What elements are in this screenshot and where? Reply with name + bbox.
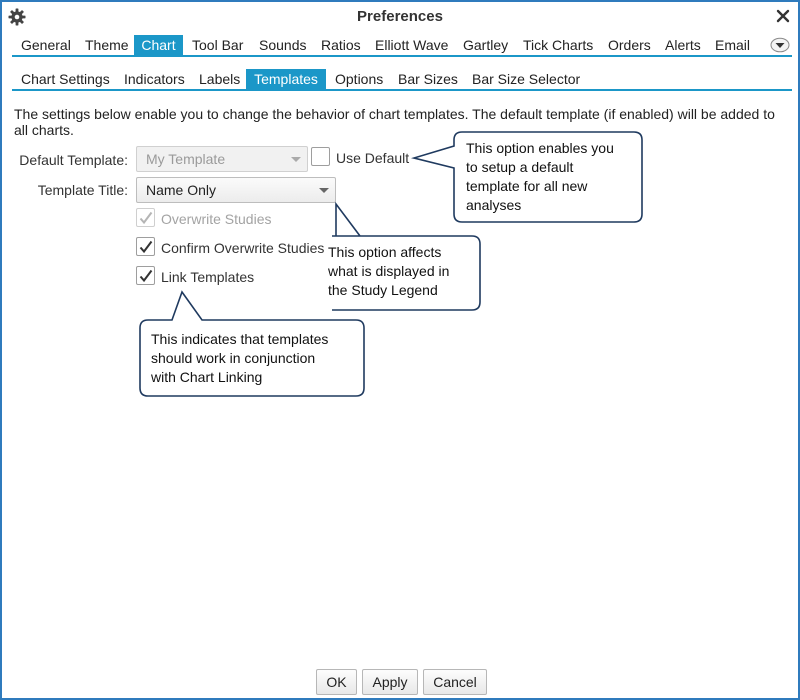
tab-alerts[interactable]: Alerts bbox=[659, 35, 707, 56]
link-templates-callout: This indicates that templates should wor… bbox=[138, 290, 370, 400]
tab-gartley[interactable]: Gartley bbox=[457, 35, 514, 56]
tab-bar-sizes[interactable]: Bar Sizes bbox=[392, 69, 464, 90]
chevron-down-icon[interactable] bbox=[770, 37, 790, 53]
confirm-overwrite-studies-label: Confirm Overwrite Studies bbox=[161, 240, 325, 256]
dropdown-arrow-icon bbox=[319, 188, 329, 193]
tab-indicators[interactable]: Indicators bbox=[118, 69, 191, 90]
description-line-1: The settings below enable you to change … bbox=[14, 106, 775, 122]
tab-chart[interactable]: Chart bbox=[134, 35, 183, 56]
callout-line: to setup a default bbox=[466, 159, 574, 175]
close-icon[interactable] bbox=[774, 7, 792, 25]
default-template-label: Default Template: bbox=[19, 152, 128, 168]
callout-line: what is displayed in bbox=[328, 263, 450, 279]
preferences-window: Preferences General Theme Chart Tool Bar… bbox=[0, 0, 800, 700]
tab-elliott-wave[interactable]: Elliott Wave bbox=[369, 35, 454, 56]
tab-orders[interactable]: Orders bbox=[602, 35, 657, 56]
template-title-value: Name Only bbox=[146, 182, 217, 198]
tab-chart-settings[interactable]: Chart Settings bbox=[15, 69, 116, 90]
title-bar: Preferences bbox=[2, 2, 798, 32]
callout-line: should work in conjunction bbox=[151, 350, 316, 366]
description-line-2: all charts. bbox=[14, 122, 74, 138]
overwrite-studies-label: Overwrite Studies bbox=[161, 211, 272, 227]
apply-button[interactable]: Apply bbox=[362, 669, 418, 695]
check-icon bbox=[139, 269, 153, 283]
callout-line: This indicates that templates bbox=[151, 331, 329, 347]
confirm-overwrite-studies-checkbox[interactable] bbox=[136, 237, 155, 256]
tab-tool-bar[interactable]: Tool Bar bbox=[186, 35, 249, 56]
tab-options[interactable]: Options bbox=[329, 69, 389, 90]
window-title: Preferences bbox=[357, 8, 443, 25]
check-icon bbox=[139, 240, 153, 254]
tab-labels[interactable]: Labels bbox=[193, 69, 246, 90]
use-default-callout-text: This option enables you to setup a defau… bbox=[466, 139, 614, 215]
callout-line: This option affects bbox=[328, 244, 442, 260]
tab-sounds[interactable]: Sounds bbox=[253, 35, 312, 56]
callout-line: with Chart Linking bbox=[151, 369, 263, 385]
link-templates-label: Link Templates bbox=[161, 269, 255, 285]
ok-button[interactable]: OK bbox=[316, 669, 357, 695]
sub-tab-bar: Chart Settings Indicators Labels Templat… bbox=[12, 69, 792, 91]
use-default-checkbox[interactable] bbox=[311, 147, 330, 166]
tab-bar-size-selector[interactable]: Bar Size Selector bbox=[466, 69, 586, 90]
tab-templates[interactable]: Templates bbox=[246, 69, 326, 90]
default-template-dropdown[interactable]: My Template bbox=[136, 146, 308, 172]
link-templates-callout-text: This indicates that templates should wor… bbox=[151, 330, 328, 387]
template-title-label: Template Title: bbox=[37, 182, 128, 198]
callout-line: This option enables you bbox=[466, 140, 614, 156]
use-default-label: Use Default bbox=[336, 150, 410, 166]
template-title-dropdown[interactable]: Name Only bbox=[136, 177, 336, 203]
default-template-value: My Template bbox=[146, 151, 226, 167]
dropdown-arrow-icon bbox=[291, 157, 301, 162]
link-templates-checkbox[interactable] bbox=[136, 266, 155, 285]
tab-general[interactable]: General bbox=[15, 35, 77, 56]
overwrite-studies-checkbox[interactable] bbox=[136, 208, 155, 227]
check-icon bbox=[139, 211, 153, 225]
templates-description: The settings below enable you to change … bbox=[14, 106, 790, 138]
main-tab-bar: General Theme Chart Tool Bar Sounds Rati… bbox=[12, 35, 792, 57]
tab-tick-charts[interactable]: Tick Charts bbox=[517, 35, 599, 56]
callout-line: template for all new bbox=[466, 178, 588, 194]
tab-email[interactable]: Email bbox=[709, 35, 756, 56]
cancel-button[interactable]: Cancel bbox=[423, 669, 487, 695]
tab-theme[interactable]: Theme bbox=[79, 35, 135, 56]
tab-ratios[interactable]: Ratios bbox=[315, 35, 367, 56]
callout-line: analyses bbox=[466, 197, 522, 213]
